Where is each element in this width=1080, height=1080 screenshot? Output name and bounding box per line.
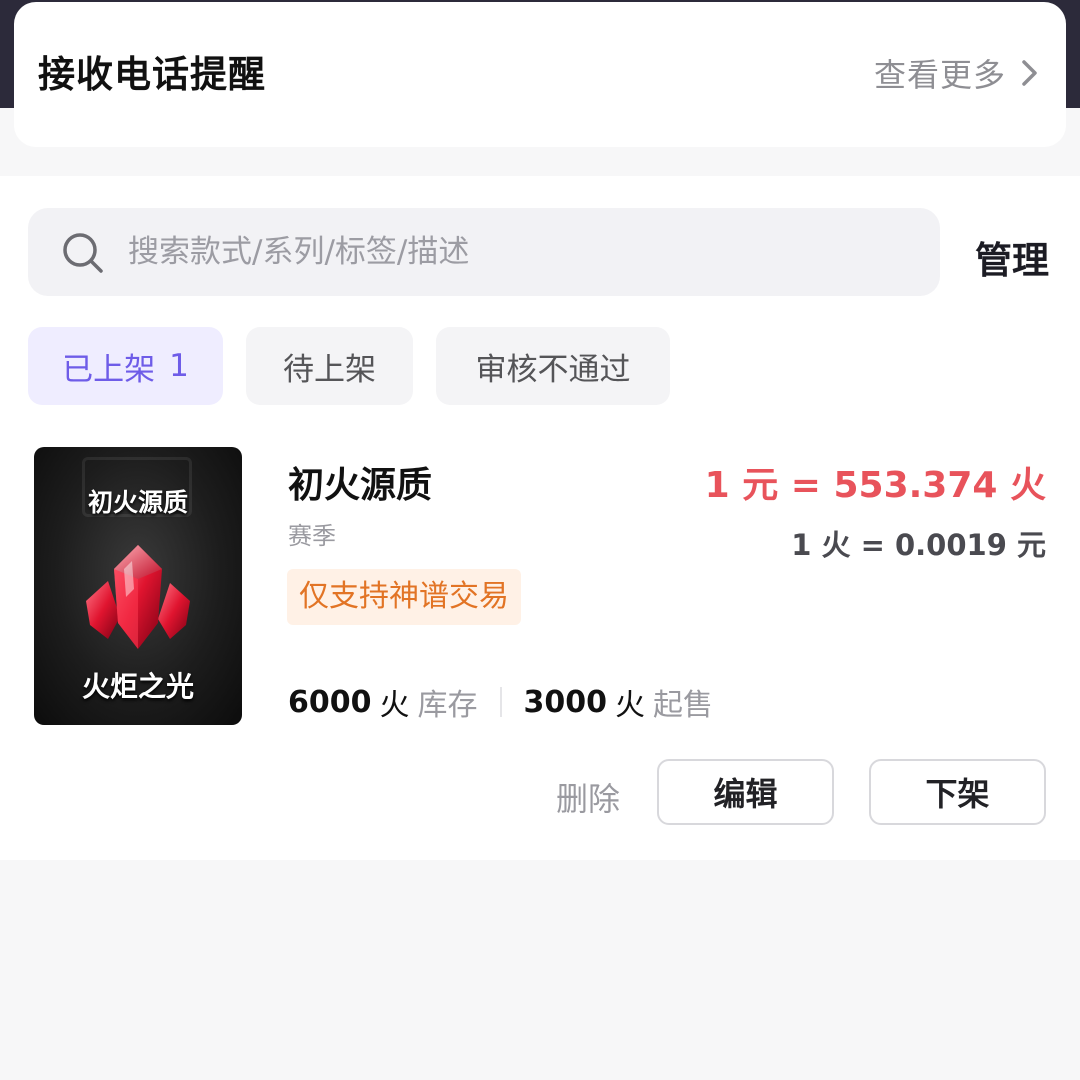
tab-pending[interactable]: 待上架 xyxy=(246,327,413,405)
search-icon xyxy=(62,232,104,274)
tab-rejected[interactable]: 审核不通过 xyxy=(436,327,670,405)
view-more-label: 查看更多 xyxy=(873,56,1006,94)
product-thumbnail[interactable]: 初火源质 火炬之光 xyxy=(34,447,242,725)
phone-reminder-title: 接收电话提醒 xyxy=(38,53,266,96)
exchange-rate-sub: 1 火 = 0.0019 元 xyxy=(791,528,1046,562)
view-more-link[interactable]: 查看更多 xyxy=(874,50,1040,96)
thumbnail-bottom-text: 火炬之光 xyxy=(81,670,194,703)
product-stats: 6000 火 库存 3000 火 起售 xyxy=(288,680,713,724)
tab-listed-label: 已上架 xyxy=(62,351,156,388)
tab-listed-count: 1 xyxy=(169,348,189,384)
min-sale-unit: 火 xyxy=(615,688,645,723)
trade-restriction-badge: 仅支持神谱交易 xyxy=(287,569,521,625)
phone-reminder-card[interactable]: 接收电话提醒 查看更多 xyxy=(14,2,1066,147)
tab-listed[interactable]: 已上架 1 xyxy=(28,327,223,405)
product-name[interactable]: 初火源质 xyxy=(288,456,432,508)
stock-value: 6000 xyxy=(288,684,372,720)
chevron-right-icon xyxy=(1020,58,1040,88)
tab-pending-label: 待上架 xyxy=(283,351,376,388)
unlist-button[interactable]: 下架 xyxy=(869,759,1046,825)
manage-button[interactable]: 管理 xyxy=(975,230,1049,284)
search-bar[interactable] xyxy=(28,208,940,296)
min-sale-label: 起售 xyxy=(653,688,713,723)
thumbnail-top-text: 初火源质 xyxy=(87,488,188,517)
stock-unit: 火 xyxy=(379,688,410,723)
delete-button[interactable]: 删除 xyxy=(556,774,620,820)
min-sale-value: 3000 xyxy=(523,684,608,720)
stock-label: 库存 xyxy=(417,688,478,723)
stats-divider xyxy=(499,687,502,717)
red-crystal-icon xyxy=(78,539,198,659)
search-input[interactable] xyxy=(128,208,918,296)
listing-panel: 管理 已上架 1 待上架 审核不通过 初火源质 xyxy=(0,176,1080,860)
exchange-rate-main: 1 元 = 553.374 火 xyxy=(704,465,1046,506)
edit-button[interactable]: 编辑 xyxy=(657,759,834,825)
tab-rejected-label: 审核不通过 xyxy=(475,351,631,388)
product-subtitle: 赛季 xyxy=(288,522,336,550)
